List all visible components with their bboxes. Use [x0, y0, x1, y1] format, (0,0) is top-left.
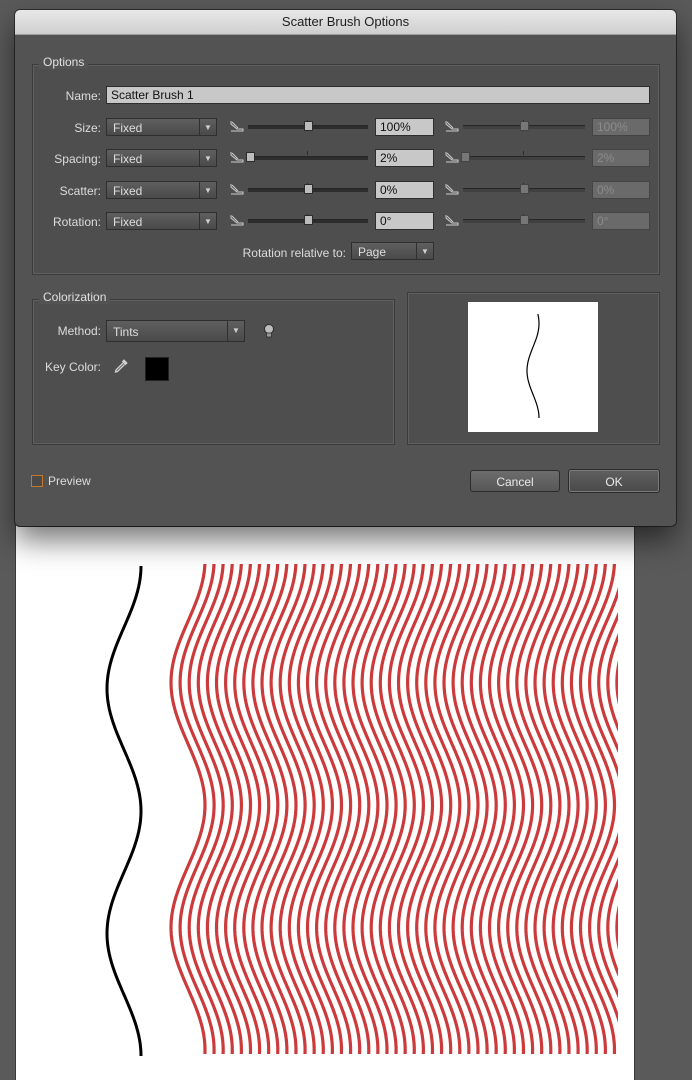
- colorization-panel: Colorization Method: Tints ▼ Key Color:: [32, 290, 395, 445]
- scatter-brush-options-dialog: Scatter Brush Options Options Name: Scat…: [15, 10, 676, 526]
- key-color-swatch[interactable]: [145, 357, 169, 381]
- method-select[interactable]: Tints ▼: [106, 320, 245, 342]
- scatter-pattern[interactable]: [169, 560, 634, 1060]
- brush-stroke-path[interactable]: [105, 565, 143, 1057]
- size-max-thumb: [520, 121, 529, 131]
- brush-preview-panel: [407, 292, 660, 445]
- spacing-label: Spacing:: [54, 152, 101, 166]
- size-min-slider[interactable]: [230, 118, 368, 136]
- size-mode-select[interactable]: Fixed ▼: [106, 118, 217, 136]
- scatter-min-thumb[interactable]: [304, 184, 313, 194]
- spacing-mode-select[interactable]: Fixed ▼: [106, 149, 217, 167]
- preview-stroke-path: [526, 313, 540, 419]
- chevron-down-icon: ▼: [416, 243, 433, 259]
- spacing-mode-value: Fixed: [113, 152, 143, 166]
- lightbulb-icon[interactable]: [262, 323, 276, 339]
- artboard[interactable]: [16, 500, 634, 1080]
- size-max-value-input: 100%: [592, 118, 650, 136]
- brush-preview-image: [468, 302, 598, 432]
- scatter-max-value-input: 0%: [592, 181, 650, 199]
- name-label: Name:: [65, 89, 101, 103]
- colorization-legend: Colorization: [39, 290, 111, 304]
- key-color-label: Key Color:: [44, 360, 101, 374]
- slider-ramp-icon: [230, 120, 244, 132]
- scatter-label: Scatter:: [59, 184, 101, 198]
- slider-ramp-icon: [445, 183, 459, 195]
- slider-ramp-icon: [230, 151, 244, 163]
- options-legend: Options: [39, 55, 89, 69]
- name-input[interactable]: Scatter Brush 1: [106, 86, 650, 104]
- rotation-max-thumb: [520, 215, 529, 225]
- artwork-canvas: [105, 560, 634, 1060]
- scatter-stroke: [606, 633, 618, 977]
- rotation-relative-label: Rotation relative to:: [242, 246, 346, 260]
- scatter-max-slider: [445, 181, 585, 199]
- size-min-thumb[interactable]: [304, 121, 313, 131]
- spacing-min-slider[interactable]: [230, 149, 368, 167]
- preview-checkbox[interactable]: [31, 475, 43, 487]
- scatter-stroke: [615, 660, 618, 950]
- slider-ramp-icon: [230, 183, 244, 195]
- options-panel: Options Name: Scatter Brush 1 Size: Fixed…: [32, 55, 660, 275]
- scatter-value-input[interactable]: 0%: [375, 181, 434, 199]
- chevron-down-icon: ▼: [227, 321, 244, 341]
- spacing-max-value-input: 2%: [592, 149, 650, 167]
- size-mode-value: Fixed: [113, 121, 143, 135]
- slider-ramp-icon: [445, 120, 459, 132]
- method-value: Tints: [113, 325, 139, 339]
- preview-label[interactable]: Preview: [48, 474, 91, 488]
- scatter-mode-select[interactable]: Fixed ▼: [106, 181, 217, 199]
- rotation-value-input[interactable]: 0°: [375, 212, 434, 230]
- slider-ramp-icon: [230, 214, 244, 226]
- rotation-max-slider: [445, 212, 585, 230]
- spacing-min-thumb[interactable]: [246, 152, 256, 162]
- spacing-max-thumb: [461, 152, 471, 162]
- rotation-max-value-input: 0°: [592, 212, 650, 230]
- ok-button[interactable]: OK: [568, 469, 660, 493]
- slider-ramp-icon: [445, 151, 459, 163]
- chevron-down-icon: ▼: [199, 182, 216, 198]
- size-value-input[interactable]: 100%: [375, 118, 434, 136]
- chevron-down-icon: ▼: [199, 150, 216, 166]
- method-label: Method:: [57, 324, 101, 338]
- rotation-min-slider[interactable]: [230, 212, 368, 230]
- rotation-label: Rotation:: [52, 215, 101, 229]
- rotation-mode-value: Fixed: [113, 215, 143, 229]
- scatter-max-thumb: [520, 184, 529, 194]
- rotation-relative-select[interactable]: Page ▼: [351, 242, 434, 260]
- rotation-mode-select[interactable]: Fixed ▼: [106, 212, 217, 230]
- size-max-slider: [445, 118, 585, 136]
- eyedropper-icon[interactable]: [113, 358, 129, 374]
- dialog-title: Scatter Brush Options: [15, 10, 676, 35]
- chevron-down-icon: ▼: [199, 213, 216, 229]
- scatter-min-slider[interactable]: [230, 181, 368, 199]
- size-label: Size:: [74, 121, 101, 135]
- chevron-down-icon: ▼: [199, 119, 216, 135]
- scatter-mode-value: Fixed: [113, 184, 143, 198]
- rotation-min-thumb[interactable]: [304, 215, 313, 225]
- slider-ramp-icon: [445, 214, 459, 226]
- spacing-value-input[interactable]: 2%: [375, 149, 434, 167]
- rotation-relative-value: Page: [358, 245, 387, 259]
- spacing-max-slider: [445, 149, 585, 167]
- cancel-button[interactable]: Cancel: [470, 470, 560, 492]
- brush-stroke-line[interactable]: [105, 565, 143, 1057]
